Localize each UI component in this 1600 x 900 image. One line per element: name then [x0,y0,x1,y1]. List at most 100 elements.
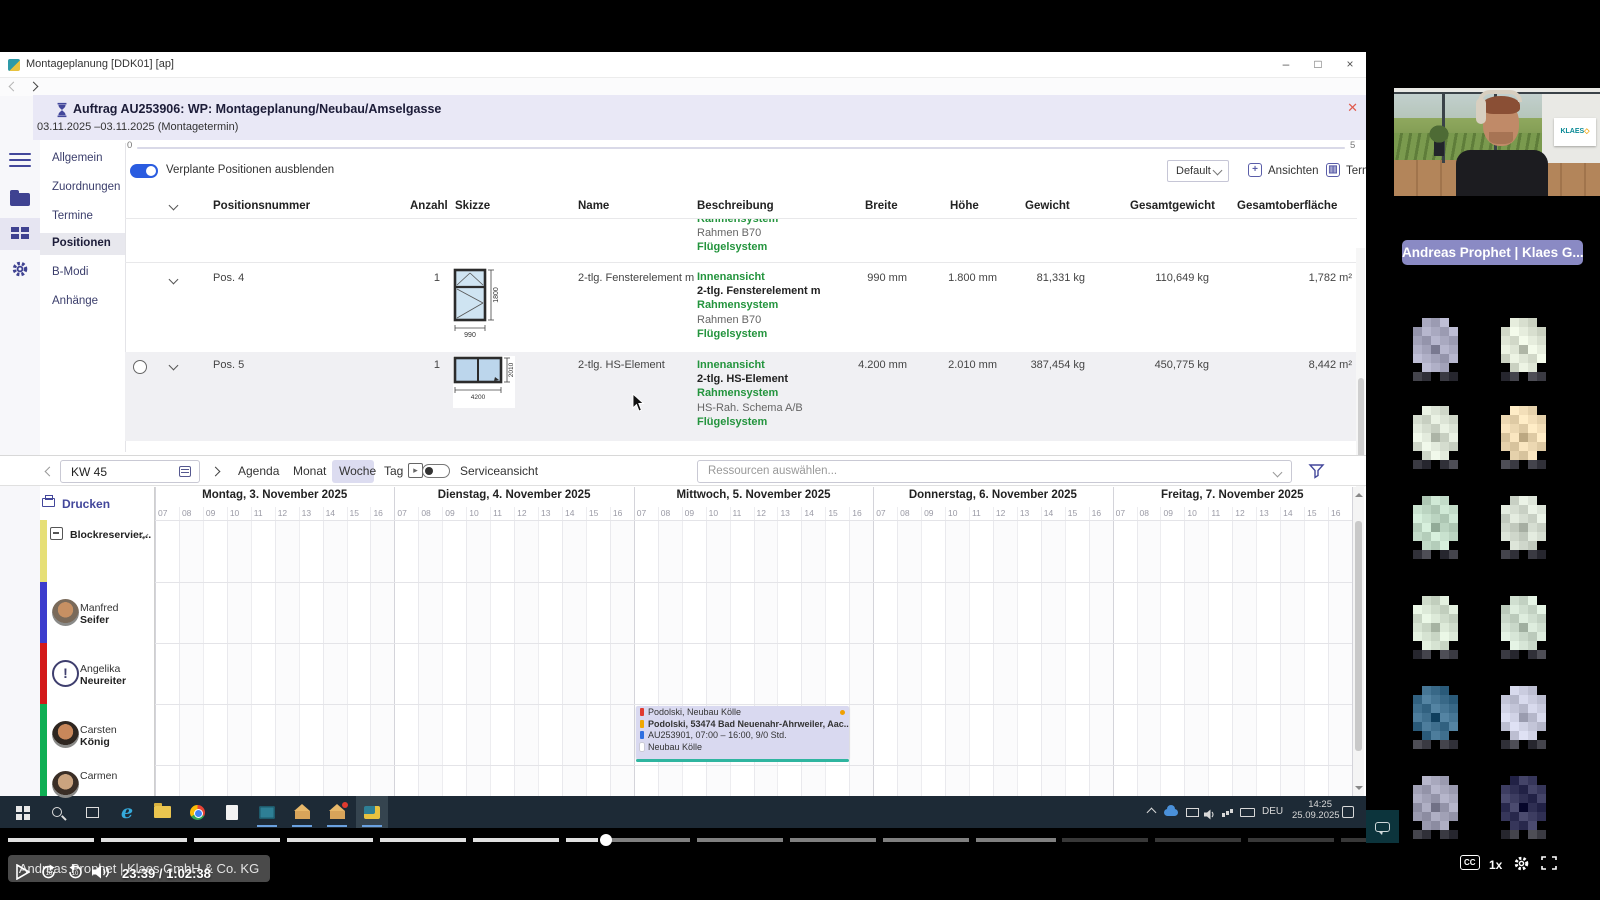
ansichten-button[interactable]: Ansichten [1268,165,1319,177]
col-skizze[interactable]: Skizze [455,200,490,212]
back-icon[interactable] [9,82,19,92]
col-breite[interactable]: Breite [865,200,898,212]
col-name[interactable]: Name [578,200,609,212]
taskbar-icon-explorer[interactable] [146,796,178,828]
taskbar-icon-app-box[interactable] [251,796,283,828]
forward-10-icon[interactable]: 10 [66,864,84,885]
maximize-button[interactable]: □ [1302,52,1334,77]
player-settings-gear-icon[interactable] [1513,855,1530,877]
nav-item-anh-nge[interactable]: Anhänge [40,291,125,313]
hour-stripe [466,520,490,796]
action-center-icon[interactable] [1342,806,1354,818]
tab-agenda[interactable]: Agenda [238,464,279,478]
nav-item-b-modi[interactable]: B-Modi [40,262,125,284]
tab-monat[interactable]: Monat [293,464,326,478]
resource-name-carsten-k-nig[interactable]: CarstenKönig [80,724,117,748]
resource-name-manfred-seifer[interactable]: ManfredSeifer [80,602,119,626]
hide-planned-toggle[interactable] [130,164,158,178]
nav-item-allgemein[interactable]: Allgemein [40,148,125,170]
print-button[interactable]: Drucken [62,497,110,511]
nav-item-termine[interactable]: Termine [40,206,125,228]
expand-row-icon[interactable] [169,275,179,285]
calendar-vertical-scrollbar[interactable] [1353,487,1364,796]
hour-label: 15 [1307,508,1316,518]
tab-tag[interactable]: Tag [384,464,403,478]
row-radio-button[interactable] [133,360,147,374]
col-anzahl[interactable]: Anzahl [410,200,448,212]
taskbar-icon-app-house-alert[interactable] [321,796,353,828]
keyboard-icon[interactable] [1240,808,1255,817]
col-hoehe[interactable]: Höhe [950,200,979,212]
captions-button[interactable]: CC [1460,855,1480,870]
language-indicator[interactable]: DEU [1262,806,1283,817]
settings-gear-icon[interactable] [0,252,40,284]
minimize-button[interactable]: – [1270,52,1302,77]
hamburger-menu-icon[interactable] [0,144,40,176]
taskbar-icon-app-house[interactable] [286,796,318,828]
close-button[interactable]: × [1334,52,1366,77]
tab-woche[interactable]: Woche [339,464,376,478]
nav-item-positionen[interactable]: Positionen [40,233,125,255]
day-separator [1113,487,1114,796]
split-view-icon[interactable]: ▸ [408,463,423,478]
video-progress-played[interactable] [8,838,598,842]
clock[interactable]: 14:25 25.09.2025 [1292,799,1332,821]
forward-icon[interactable] [29,82,39,92]
volume-icon[interactable] [92,865,112,884]
speaker-icon[interactable] [1204,807,1216,825]
participant-tile-blurred [1492,318,1555,388]
nav-item-zuordnungen[interactable]: Zuordnungen [40,177,125,199]
chevron-down-icon[interactable] [1273,468,1283,478]
prev-week-icon[interactable] [45,467,55,477]
rewind-10-icon[interactable]: 10 [40,864,58,885]
expand-all-icon[interactable] [169,201,179,211]
dashboard-grid-icon[interactable] [0,218,40,250]
taskbar-icon-app-active[interactable] [356,796,388,828]
network-icon[interactable] [1222,813,1225,817]
video-progress-buffered[interactable] [604,838,1056,842]
scroll-down-icon[interactable] [1355,786,1363,794]
serviceansicht-toggle[interactable] [422,464,450,478]
video-playhead[interactable] [600,834,612,846]
col-gesamtoberflaeche[interactable]: Gesamtoberfläche [1237,200,1337,212]
taskbar-icon-start[interactable] [6,796,38,828]
order-close-icon[interactable]: ✕ [1347,100,1358,116]
onedrive-cloud-icon[interactable] [1164,809,1178,816]
hour-gridline [1160,507,1161,796]
hour-label: 11 [493,508,502,518]
resource-name-angelika-neureiter[interactable]: AngelikaNeureiter [80,663,126,687]
resource-name-carmen[interactable]: Carmen [80,770,117,782]
fullscreen-icon[interactable] [1541,856,1557,875]
filter-funnel-icon[interactable] [1308,463,1325,480]
playback-speed-button[interactable]: 1x [1489,858,1502,872]
taskbar-icon-chrome[interactable] [181,796,213,828]
calendar-event[interactable]: Podolski, Neubau KöllePodolski, 53474 Ba… [636,706,849,759]
resources-input[interactable]: Ressourcen auswählen... [697,460,1292,483]
taskbar-icon-search[interactable] [41,796,73,828]
week-input[interactable]: KW 45 [60,460,200,483]
col-gewicht[interactable]: Gewicht [1025,200,1070,212]
col-gesamtgewicht[interactable]: Gesamtgewicht [1130,200,1215,212]
taskbar-icon-edge[interactable]: e [111,796,143,828]
display-icon[interactable] [1186,808,1199,817]
scheduler-toolbar: KW 45 Agenda Monat Woche Tag ▸ Servicean… [0,455,1366,486]
hour-stripe [897,520,921,796]
scrollbar-thumb[interactable] [1355,521,1362,751]
chat-icon-box[interactable] [1366,810,1399,843]
scroll-up-icon[interactable] [1355,489,1363,497]
participant-name-tag: Andreas Prophet | Klaes G... [1402,240,1583,265]
taskbar-icon-task-view[interactable] [76,796,108,828]
view-selector-dropdown[interactable]: Default [1167,160,1229,182]
play-icon[interactable] [16,864,30,885]
hour-stripe [945,520,969,796]
col-beschreibung[interactable]: Beschreibung [697,200,774,212]
table-row-partial[interactable]: RahmensystemRahmen B70Flügelsystem [697,219,957,261]
projects-folder-icon[interactable] [0,184,40,216]
hour-stripe [514,520,538,796]
tray-expand-icon[interactable] [1148,809,1155,816]
taskbar-icon-document[interactable] [216,796,248,828]
resource-row-separator [40,582,1352,583]
next-week-icon[interactable] [211,467,221,477]
calendar-picker-icon[interactable] [179,466,191,477]
col-positionsnummer[interactable]: Positionsnummer [213,200,310,212]
